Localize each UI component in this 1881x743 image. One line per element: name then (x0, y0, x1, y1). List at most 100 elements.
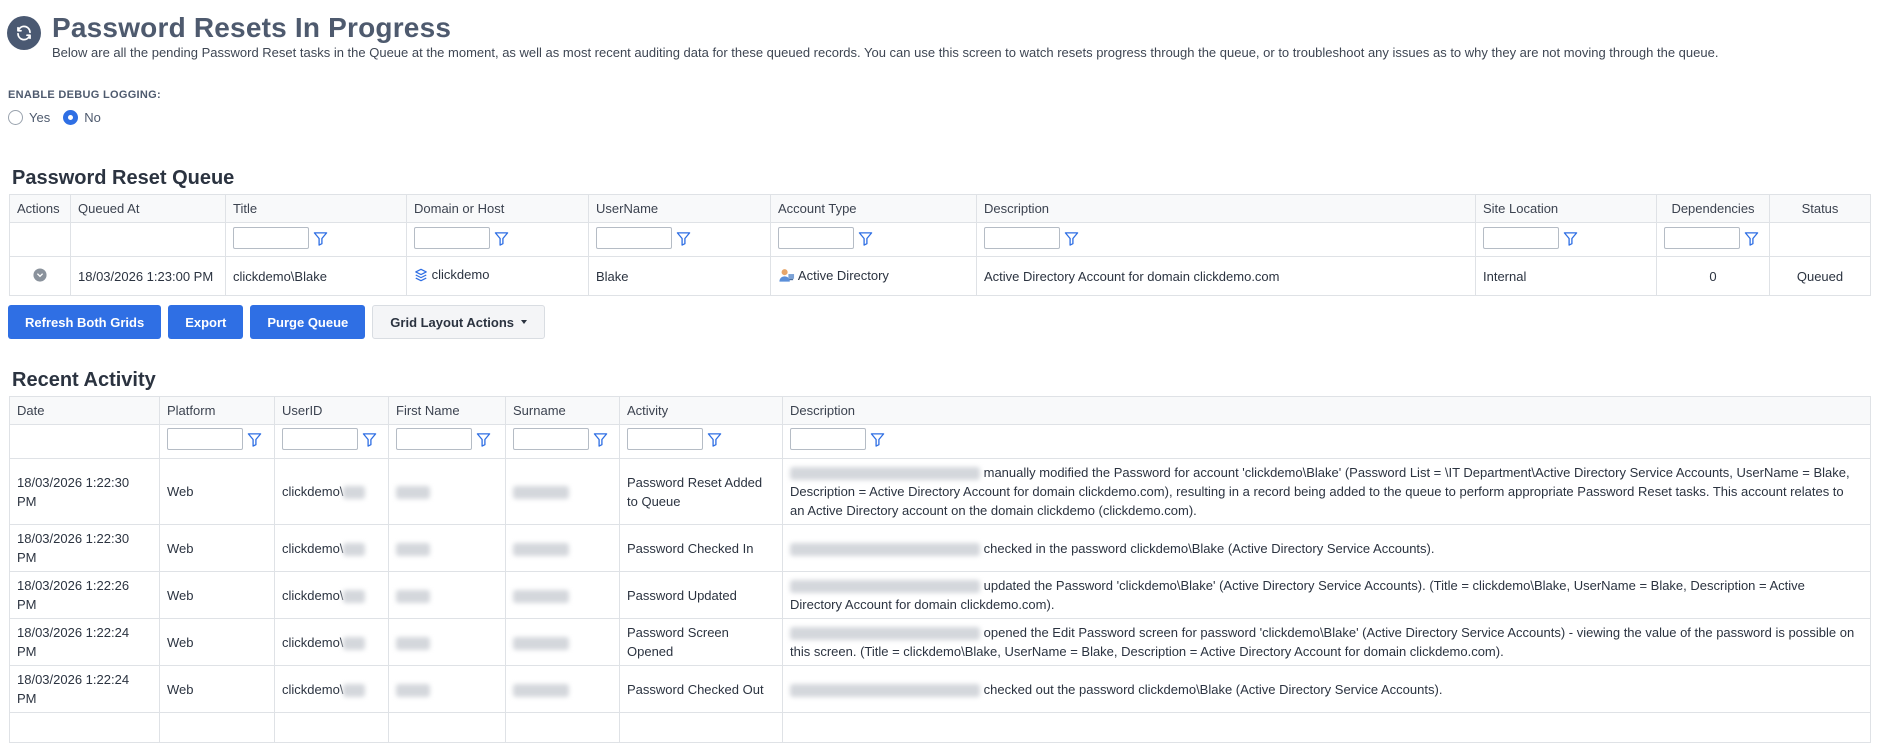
col-account-type[interactable]: Account Type (770, 194, 977, 223)
page-description: Below are all the pending Password Reset… (52, 45, 1719, 60)
redacted-first-name (396, 636, 430, 650)
filter-icon[interactable] (1064, 231, 1079, 246)
filter-icon[interactable] (1563, 231, 1578, 246)
grid-layout-actions-label: Grid Layout Actions (390, 314, 515, 330)
dependencies-filter-input[interactable] (1664, 227, 1740, 249)
account-type-text: Active Directory (797, 267, 889, 283)
activity-filter-input[interactable] (627, 428, 703, 450)
redacted-surname (513, 542, 569, 556)
redacted-surname (513, 683, 569, 697)
platform-cell: Web (159, 524, 275, 572)
filter-icon[interactable] (870, 432, 885, 447)
col-domain-or-host[interactable]: Domain or Host (406, 194, 589, 223)
activity-description-cell: checked out the password clickdemo\Blake… (782, 665, 1871, 713)
userid-cell: clickdemo\ (274, 665, 389, 713)
title-cell: clickdemo\Blake (225, 256, 407, 296)
debug-yes-radio[interactable] (8, 110, 23, 125)
export-button[interactable]: Export (168, 305, 244, 339)
col-activity-description[interactable]: Description (782, 396, 1871, 425)
filter-icon[interactable] (476, 432, 491, 447)
account-type-cell: Active Directory (770, 256, 977, 296)
col-username[interactable]: UserName (588, 194, 771, 223)
activity-cell: Password Updated (619, 571, 783, 619)
filter-row (9, 424, 1871, 459)
username-filter-input[interactable] (596, 227, 672, 249)
redacted-user (790, 467, 980, 481)
col-surname[interactable]: Surname (505, 396, 620, 425)
domain-text: clickdemo (431, 267, 490, 283)
platform-cell: Web (159, 458, 275, 525)
col-status[interactable]: Status (1769, 194, 1871, 223)
redacted-user (790, 683, 980, 697)
col-activity[interactable]: Activity (619, 396, 783, 425)
col-queued-at[interactable]: Queued At (70, 194, 226, 223)
table-row: 18/03/2026 1:22:26 PM Web clickdemo\ Pass… (9, 571, 1871, 619)
debug-logging-label: ENABLE DEBUG LOGGING: (8, 89, 161, 101)
description-filter-input[interactable] (984, 227, 1060, 249)
filter-icon[interactable] (593, 432, 608, 447)
queued-at-cell: 18/03/2026 1:23:00 PM (70, 256, 226, 296)
activity-description-cell: updated the Password 'clickdemo\Blake' (… (782, 571, 1871, 619)
activity-section-title: Recent Activity (12, 369, 156, 391)
filter-icon[interactable] (1744, 231, 1759, 246)
redacted-first-name (396, 683, 430, 697)
col-dependencies[interactable]: Dependencies (1656, 194, 1770, 223)
redacted-first-name (396, 486, 430, 500)
grid-layout-actions-button[interactable]: Grid Layout Actions (372, 305, 546, 339)
filter-icon[interactable] (247, 432, 262, 447)
col-userid[interactable]: UserID (274, 396, 389, 425)
filter-row (9, 222, 1871, 257)
col-title[interactable]: Title (225, 194, 407, 223)
redacted-user (790, 627, 980, 641)
title-filter-input[interactable] (233, 227, 309, 249)
row-actions-cell[interactable] (9, 256, 71, 296)
first-name-filter-input[interactable] (396, 428, 472, 450)
redacted-userid (343, 683, 366, 697)
page-title: Password Resets In Progress (52, 12, 452, 43)
col-platform[interactable]: Platform (159, 396, 275, 425)
debug-no-radio[interactable] (63, 110, 79, 125)
page-header: Password Resets In Progress Below are al… (0, 0, 1881, 64)
activity-cell: Password Reset Added to Queue (619, 458, 783, 525)
dependencies-cell: 0 (1656, 256, 1770, 296)
purge-queue-button[interactable]: Purge Queue (250, 305, 366, 339)
site-location-cell: Internal (1475, 256, 1657, 296)
activity-description-cell: manually modified the Password for accou… (782, 458, 1871, 525)
description-cell: Active Directory Account for domain clic… (976, 256, 1476, 296)
col-first-name[interactable]: First Name (388, 396, 506, 425)
platform-filter-input[interactable] (167, 428, 243, 450)
filter-icon[interactable] (362, 432, 377, 447)
filter-icon[interactable] (494, 231, 509, 246)
queue-section-title: Password Reset Queue (12, 167, 235, 189)
userid-cell: clickdemo\ (274, 618, 389, 666)
description-filter-input[interactable] (790, 428, 866, 450)
col-date[interactable]: Date (9, 396, 160, 425)
userid-filter-input[interactable] (282, 428, 358, 450)
col-description[interactable]: Description (976, 194, 1476, 223)
table-row: 18/03/2026 1:22:24 PM Web clickdemo\ Pass… (9, 665, 1871, 713)
first-name-cell (388, 458, 506, 525)
surname-filter-input[interactable] (513, 428, 589, 450)
redacted-first-name (396, 589, 430, 603)
chevron-down-icon[interactable] (33, 267, 47, 285)
userid-cell: clickdemo\ (274, 524, 389, 572)
filter-icon[interactable] (676, 231, 691, 246)
domain-filter-input[interactable] (414, 227, 490, 249)
account-type-filter-input[interactable] (778, 227, 854, 249)
activity-cell: Password Screen Opened (619, 618, 783, 666)
platform-cell: Web (159, 618, 275, 666)
first-name-cell (388, 665, 506, 713)
date-cell: 18/03/2026 1:22:24 PM (9, 618, 160, 666)
filter-icon[interactable] (313, 231, 328, 246)
refresh-both-grids-button[interactable]: Refresh Both Grids (8, 305, 162, 339)
col-actions[interactable]: Actions (9, 194, 71, 223)
site-location-filter-input[interactable] (1483, 227, 1559, 249)
activity-cell: Password Checked Out (619, 665, 783, 713)
filter-icon[interactable] (858, 231, 873, 246)
col-site-location[interactable]: Site Location (1475, 194, 1657, 223)
platform-cell: Web (159, 571, 275, 619)
activity-description-cell: checked in the password clickdemo\Blake … (782, 524, 1871, 572)
filter-icon[interactable] (707, 432, 722, 447)
debug-logging-radio-group: Yes No (8, 110, 114, 125)
username-cell: Blake (588, 256, 771, 296)
